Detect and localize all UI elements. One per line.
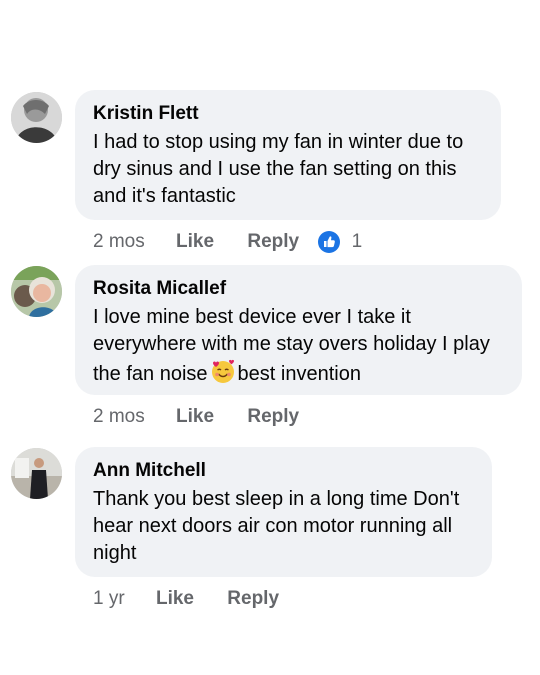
reply-button[interactable]: Reply bbox=[227, 587, 279, 611]
like-button[interactable]: Like bbox=[176, 230, 214, 254]
comment-bubble: Kristin Flett I had to stop using my fan… bbox=[75, 90, 501, 220]
thumbs-up-icon[interactable] bbox=[318, 231, 341, 253]
comment-actions: 2 mos Like Reply bbox=[93, 405, 299, 429]
reply-button[interactable]: Reply bbox=[247, 405, 299, 429]
avatar[interactable] bbox=[11, 448, 62, 499]
reaction-count[interactable]: 1 bbox=[352, 230, 363, 254]
comment-actions: 1 yr Like Reply bbox=[93, 587, 279, 611]
comment-text: I had to stop using my fan in winter due… bbox=[93, 131, 464, 207]
avatar-image bbox=[11, 92, 62, 143]
comment-author[interactable]: Kristin Flett bbox=[93, 102, 483, 126]
reply-button[interactable]: Reply bbox=[247, 230, 299, 254]
comment-text: I love mine best device ever I take it e… bbox=[93, 304, 504, 388]
smiling-face-with-hearts-icon bbox=[211, 359, 234, 383]
avatar[interactable] bbox=[11, 92, 62, 143]
comment-timestamp[interactable]: 2 mos bbox=[93, 405, 145, 429]
avatar-image bbox=[11, 448, 62, 499]
comment-timestamp[interactable]: 1 yr bbox=[93, 587, 125, 611]
avatar-image bbox=[11, 266, 62, 317]
comment-text-part: best invention bbox=[237, 363, 361, 385]
comment-timestamp[interactable]: 2 mos bbox=[93, 230, 145, 254]
avatar[interactable] bbox=[11, 266, 62, 317]
like-button[interactable]: Like bbox=[156, 587, 194, 611]
comment-author[interactable]: Rosita Micallef bbox=[93, 277, 504, 301]
like-button[interactable]: Like bbox=[176, 405, 214, 429]
comment-bubble: Rosita Micallef I love mine best device … bbox=[75, 265, 522, 395]
comment-bubble: Ann Mitchell Thank you best sleep in a l… bbox=[75, 447, 492, 577]
comment-text: Thank you best sleep in a long time Don'… bbox=[93, 488, 460, 564]
comment-actions: 2 mos Like Reply 1 bbox=[93, 230, 362, 254]
comment-author[interactable]: Ann Mitchell bbox=[93, 459, 474, 483]
